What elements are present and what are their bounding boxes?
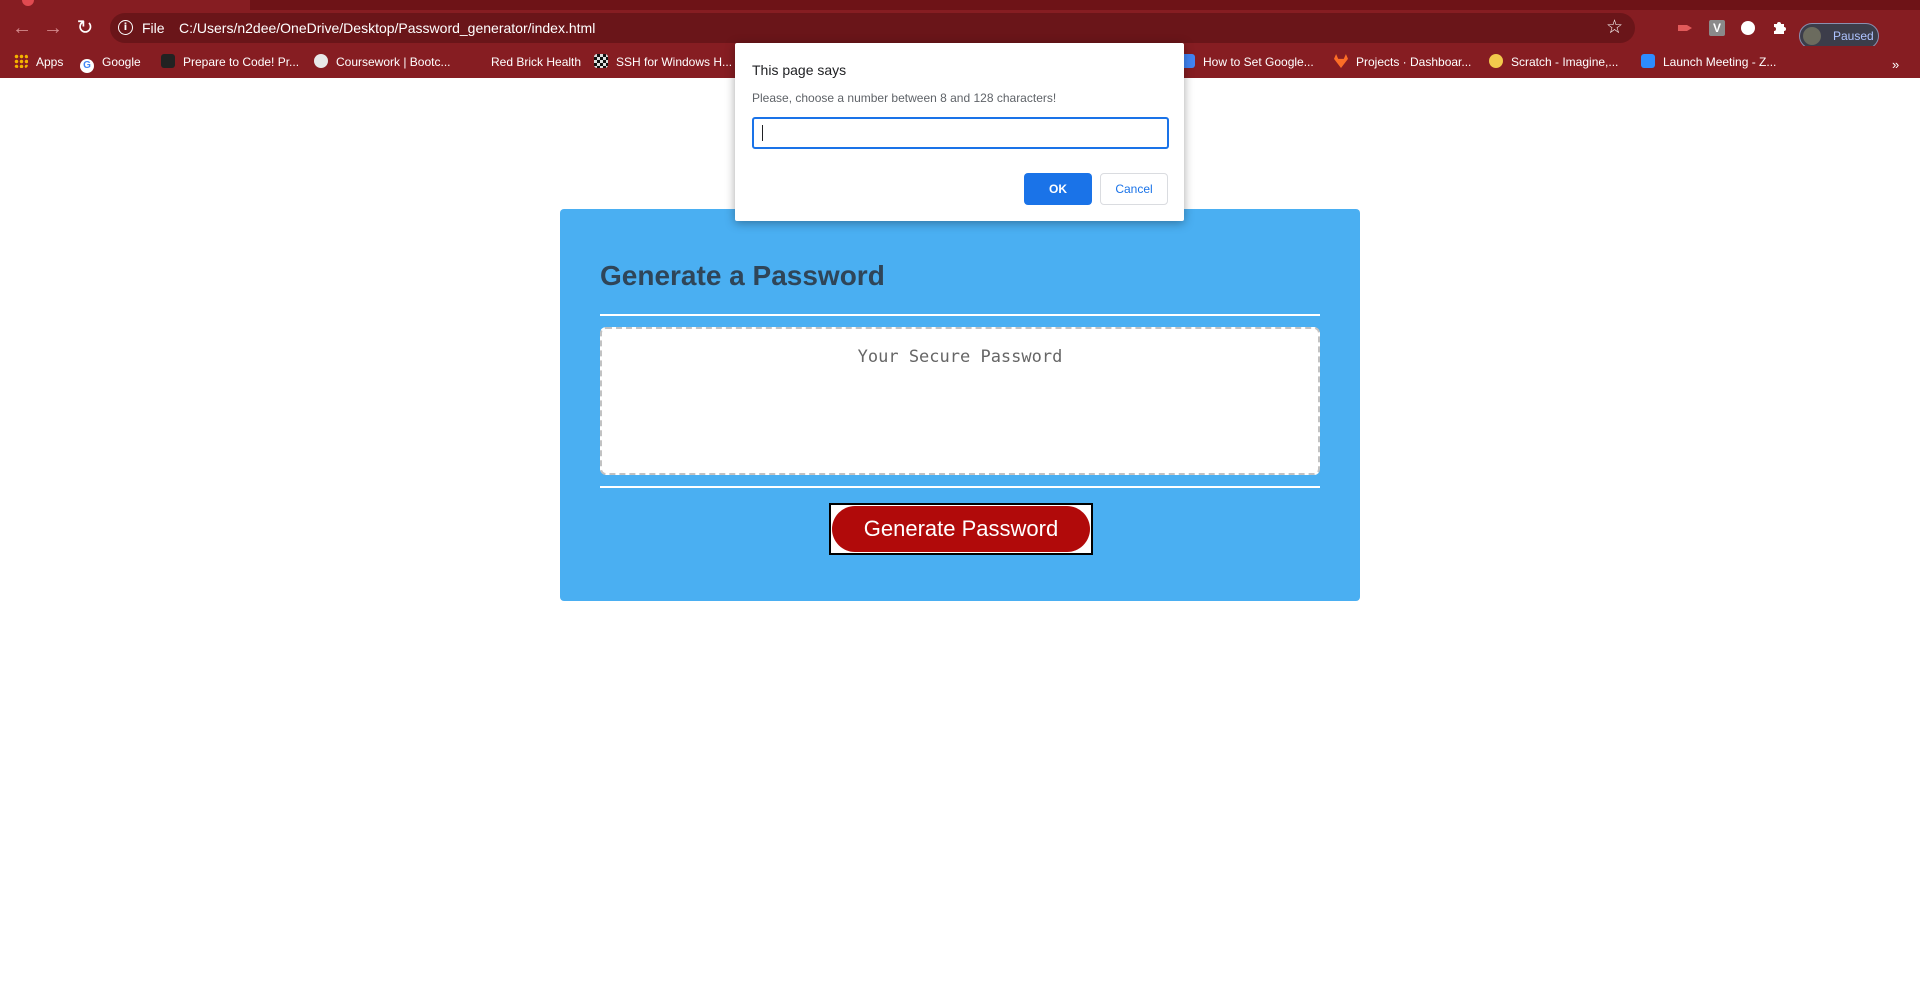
checker-icon <box>594 54 608 68</box>
password-output-box[interactable] <box>600 327 1320 475</box>
bookmark-scratch[interactable]: Scratch - Imagine,... <box>1489 52 1618 72</box>
book-icon <box>161 54 175 68</box>
cancel-button[interactable]: Cancel <box>1100 173 1168 205</box>
tab-favicon-icon <box>22 0 34 6</box>
bookmark-prepare-to-code[interactable]: Prepare to Code! Pr... <box>161 52 299 72</box>
profile-status: Paused <box>1833 29 1874 43</box>
generate-password-button[interactable]: Generate Password <box>829 503 1093 555</box>
extension-red-icon[interactable] <box>1676 18 1694 38</box>
bookmark-star-icon[interactable]: ☆ <box>1606 16 1623 40</box>
top-divider <box>600 314 1320 316</box>
page-title: Generate a Password <box>600 260 885 291</box>
prompt-input[interactable] <box>752 117 1169 149</box>
bookmark-google-docs[interactable]: How to Set Google... <box>1181 52 1314 72</box>
apps-grid-icon <box>14 54 28 68</box>
globe-icon <box>314 54 328 68</box>
extension-v-icon[interactable]: V <box>1709 20 1725 36</box>
extension-circle-icon[interactable] <box>1741 21 1755 35</box>
active-tab[interactable] <box>0 0 250 10</box>
zoom-icon <box>1641 54 1655 68</box>
address-scheme: File <box>142 20 165 36</box>
bookmark-ssh-windows[interactable]: SSH for Windows H... <box>594 52 732 72</box>
dialog-message: Please, choose a number between 8 and 12… <box>752 91 1057 105</box>
back-arrow-icon[interactable]: ← <box>9 15 35 41</box>
google-icon: G <box>80 59 94 73</box>
bookmarks-overflow-chevron-icon[interactable]: » <box>1892 57 1899 72</box>
generate-password-label: Generate Password <box>832 506 1090 552</box>
forward-arrow-icon[interactable]: → <box>40 15 66 41</box>
blank-icon <box>469 54 483 68</box>
password-output-field[interactable] <box>602 329 1318 473</box>
password-generator-card: Generate a Password Generate Password <box>560 209 1360 601</box>
address-bar[interactable]: i File C:/Users/n2dee/OneDrive/Desktop/P… <box>110 13 1635 43</box>
bookmark-zoom-meeting[interactable]: Launch Meeting - Z... <box>1641 52 1776 72</box>
tab-strip <box>0 0 1920 10</box>
gitlab-icon <box>1334 54 1348 68</box>
bookmark-red-brick-health[interactable]: Red Brick Health <box>469 52 581 72</box>
text-caret <box>762 125 763 141</box>
avatar <box>1803 27 1821 45</box>
prompt-dialog: This page says Please, choose a number b… <box>735 43 1184 221</box>
extensions-puzzle-icon[interactable] <box>1771 20 1787 36</box>
bookmark-google[interactable]: G Google <box>80 52 141 73</box>
browser-toolbar: ← → ↻ i File C:/Users/n2dee/OneDrive/Des… <box>0 10 1920 49</box>
bottom-divider <box>600 486 1320 488</box>
dialog-origin: This page says <box>752 62 847 78</box>
ok-button[interactable]: OK <box>1024 173 1092 205</box>
bookmark-gitlab-projects[interactable]: Projects · Dashboar... <box>1334 52 1471 72</box>
scratch-icon <box>1489 54 1503 68</box>
address-url[interactable]: C:/Users/n2dee/OneDrive/Desktop/Password… <box>179 19 595 37</box>
bookmark-coursework[interactable]: Coursework | Bootc... <box>314 52 451 72</box>
site-info-icon[interactable]: i <box>118 20 133 35</box>
bookmark-apps[interactable]: Apps <box>14 52 63 72</box>
reload-icon[interactable]: ↻ <box>72 15 98 41</box>
